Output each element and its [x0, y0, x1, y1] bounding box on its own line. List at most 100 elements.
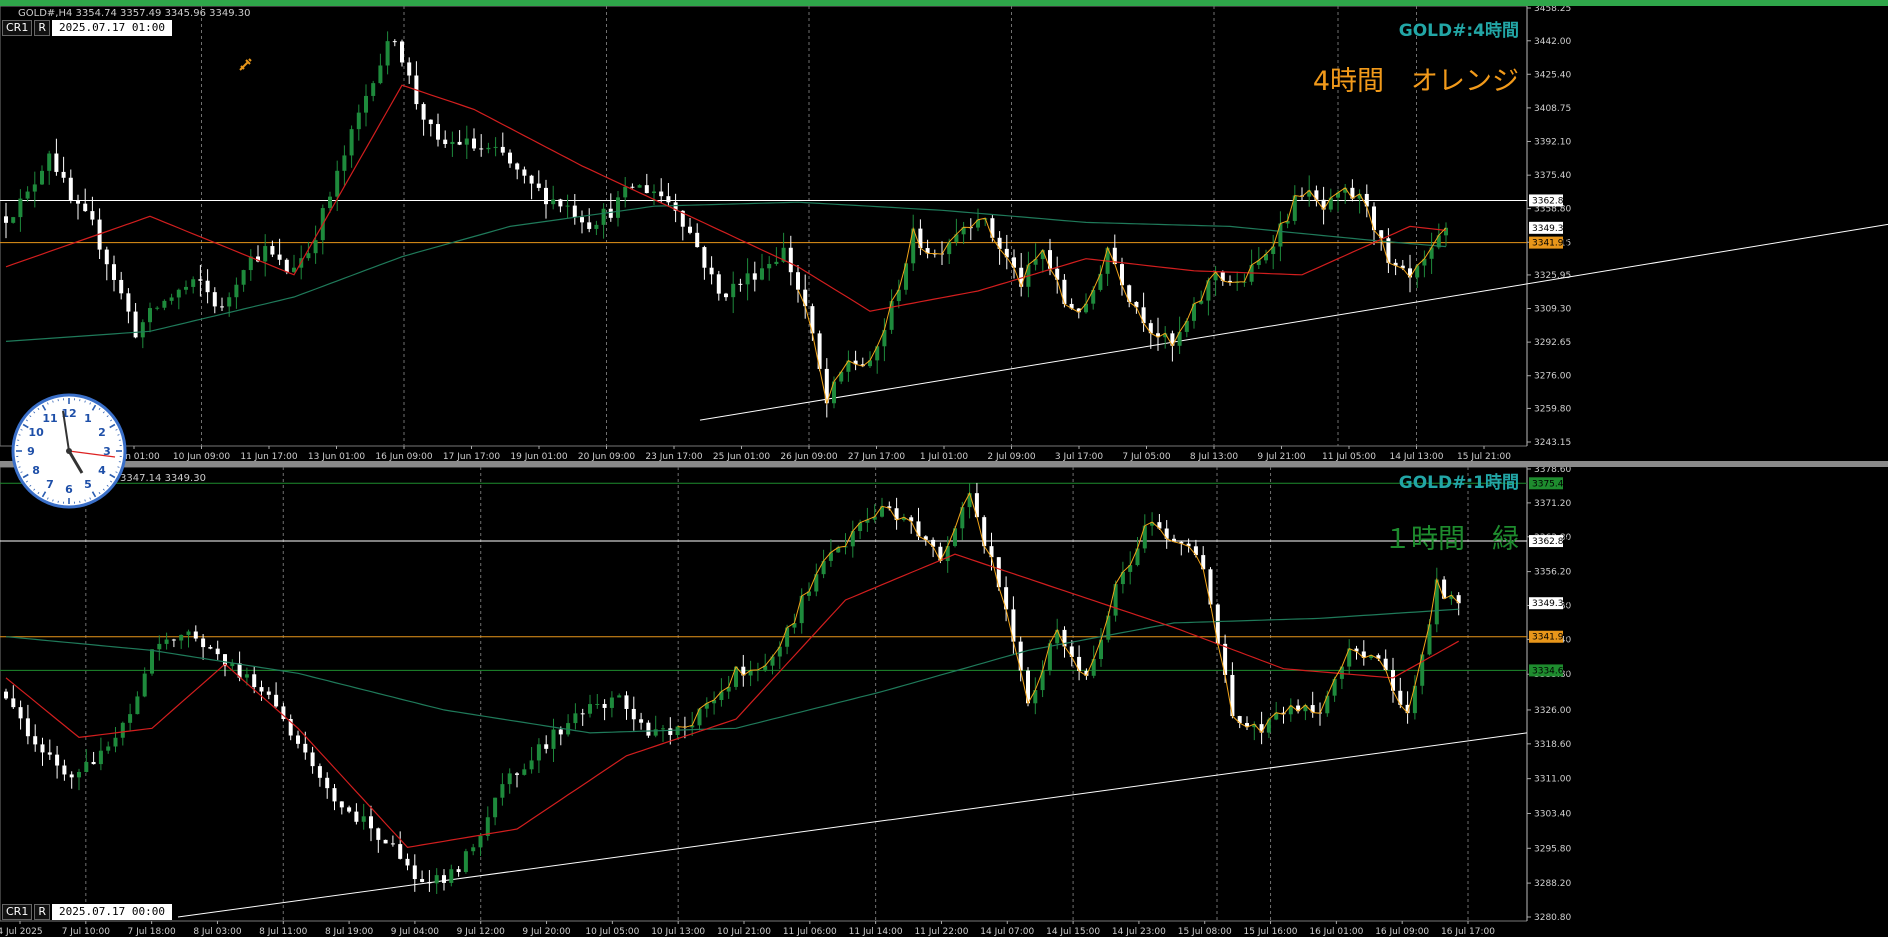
clock-number: 8: [32, 464, 40, 477]
candle-bull: [637, 185, 642, 188]
candle-bull: [463, 851, 468, 872]
price-label: 3292.65: [1534, 338, 1571, 348]
clock-number: 2: [98, 426, 106, 439]
candle-bull: [652, 191, 656, 194]
candle-bull: [617, 695, 622, 698]
time-label: 16 Jul 09:00: [1375, 927, 1429, 937]
plot-area: [0, 6, 1528, 447]
price-label: 3392.10: [1534, 137, 1571, 147]
candle-bear: [133, 311, 138, 338]
candle-bear: [303, 743, 308, 753]
time-label: 3 Jul 17:00: [1055, 452, 1104, 461]
candle-bear: [456, 869, 461, 872]
candle-bear: [479, 148, 484, 150]
top-chart-info: GOLD#,H4 3354.74 3357.49 3345.96 3349.30: [18, 8, 251, 19]
time-label: 11 Jul 06:00: [783, 927, 837, 937]
time-label: 7 Jul 05:00: [1122, 452, 1171, 461]
time-label: 8 Jul 13:00: [1190, 452, 1239, 461]
candle-bear: [354, 811, 359, 822]
candle-bear: [252, 674, 257, 688]
candle-bear: [572, 205, 577, 218]
candle-bull: [349, 129, 354, 156]
candle-bull: [745, 273, 750, 285]
candle-bull: [378, 65, 383, 84]
clock-number: 1: [84, 412, 92, 425]
bottom-r-button[interactable]: R: [34, 904, 50, 920]
candle-bull: [500, 784, 505, 798]
price-label: 3326.00: [1534, 706, 1571, 716]
price-label: 3458.25: [1534, 6, 1571, 14]
candle-bear: [215, 648, 220, 655]
clock-number: 6: [65, 483, 73, 496]
candle-bear: [296, 735, 300, 744]
price-tag-label: 3375.48: [1532, 479, 1569, 489]
candle-bear: [201, 638, 206, 648]
candle-bull: [241, 270, 246, 285]
price-label: 3356.20: [1534, 568, 1571, 578]
crosshair-tool-icon[interactable]: [238, 56, 254, 72]
candle-bull: [306, 253, 311, 259]
candle-bull: [551, 199, 556, 205]
candle-bull: [551, 729, 556, 749]
candle-bear: [171, 639, 176, 641]
clock-number: 4: [98, 464, 106, 477]
candle-bull: [128, 714, 133, 723]
candle-bull: [356, 112, 361, 130]
candle-bear: [332, 788, 337, 802]
candle-bull: [609, 697, 614, 708]
time-label: 14 Jul 15:00: [1046, 927, 1100, 937]
candle-bull: [774, 261, 779, 264]
candle-bull: [191, 279, 196, 287]
candle-bear: [558, 199, 563, 207]
price-label: 3303.40: [1534, 809, 1571, 819]
bottom-cr1-button[interactable]: CR1: [2, 904, 33, 920]
candle-bear: [220, 306, 224, 308]
candle-bear: [91, 761, 96, 765]
candle-bear: [544, 187, 548, 205]
time-label: 11 Jun 17:00: [240, 452, 297, 461]
candle-bear: [198, 279, 203, 281]
time-label: 4 Jul 2025: [0, 927, 43, 937]
time-label: 8 Jul 19:00: [325, 927, 374, 937]
candle-bear: [646, 722, 651, 736]
candle-bear: [405, 858, 410, 866]
time-label: 9 Jul 21:00: [1257, 452, 1306, 461]
time-label: 11 Jul 14:00: [849, 927, 903, 937]
candle-bear: [18, 707, 23, 719]
time-label: 25 Jun 01:00: [713, 452, 770, 461]
clock-number: 7: [46, 478, 54, 491]
time-label: 15 Jul 16:00: [1244, 927, 1298, 937]
top-cr1-button[interactable]: CR1: [2, 20, 33, 36]
time-label: 15 Jul 21:00: [1457, 452, 1511, 461]
candle-bear: [112, 264, 116, 280]
candle-bull: [328, 196, 332, 209]
time-label: 10 Jun 09:00: [173, 452, 230, 461]
candle-bull: [675, 726, 680, 735]
candle-bear: [420, 879, 425, 882]
candle-bear: [515, 773, 519, 775]
candle-bear: [666, 196, 671, 203]
candle-bull: [493, 146, 498, 148]
candle-bear: [376, 828, 381, 840]
candle-bull: [588, 704, 592, 714]
candle-bear: [407, 62, 412, 76]
time-label: 1 Jul 01:00: [920, 452, 969, 461]
time-label: 8 Jul 11:00: [259, 927, 308, 937]
chart-h4[interactable]: 9 Jun 01:00 10 Jun 09:00 11 Jun 17:00 13 Ju…: [0, 6, 1888, 461]
candle-bull: [106, 746, 111, 751]
candle-bear: [443, 139, 448, 145]
clock-number: 9: [27, 445, 35, 458]
candle-bear: [522, 169, 527, 176]
time-label: 16 Jul 17:00: [1441, 927, 1495, 937]
price-label: 3295.80: [1534, 844, 1571, 854]
candle-bear: [383, 839, 388, 844]
candle-bear: [266, 691, 271, 695]
top-r-button[interactable]: R: [34, 20, 50, 36]
chart-h1[interactable]: 4 Jul 2025 7 Jul 10:00 7 Jul 18:00 8 Jul 03…: [0, 467, 1888, 937]
candle-bear: [639, 719, 644, 723]
candle-bear: [205, 280, 210, 293]
candle-bear: [659, 191, 664, 197]
price-label: 3288.20: [1534, 879, 1571, 889]
clock-center: [66, 448, 72, 454]
candle-bull: [184, 286, 188, 290]
